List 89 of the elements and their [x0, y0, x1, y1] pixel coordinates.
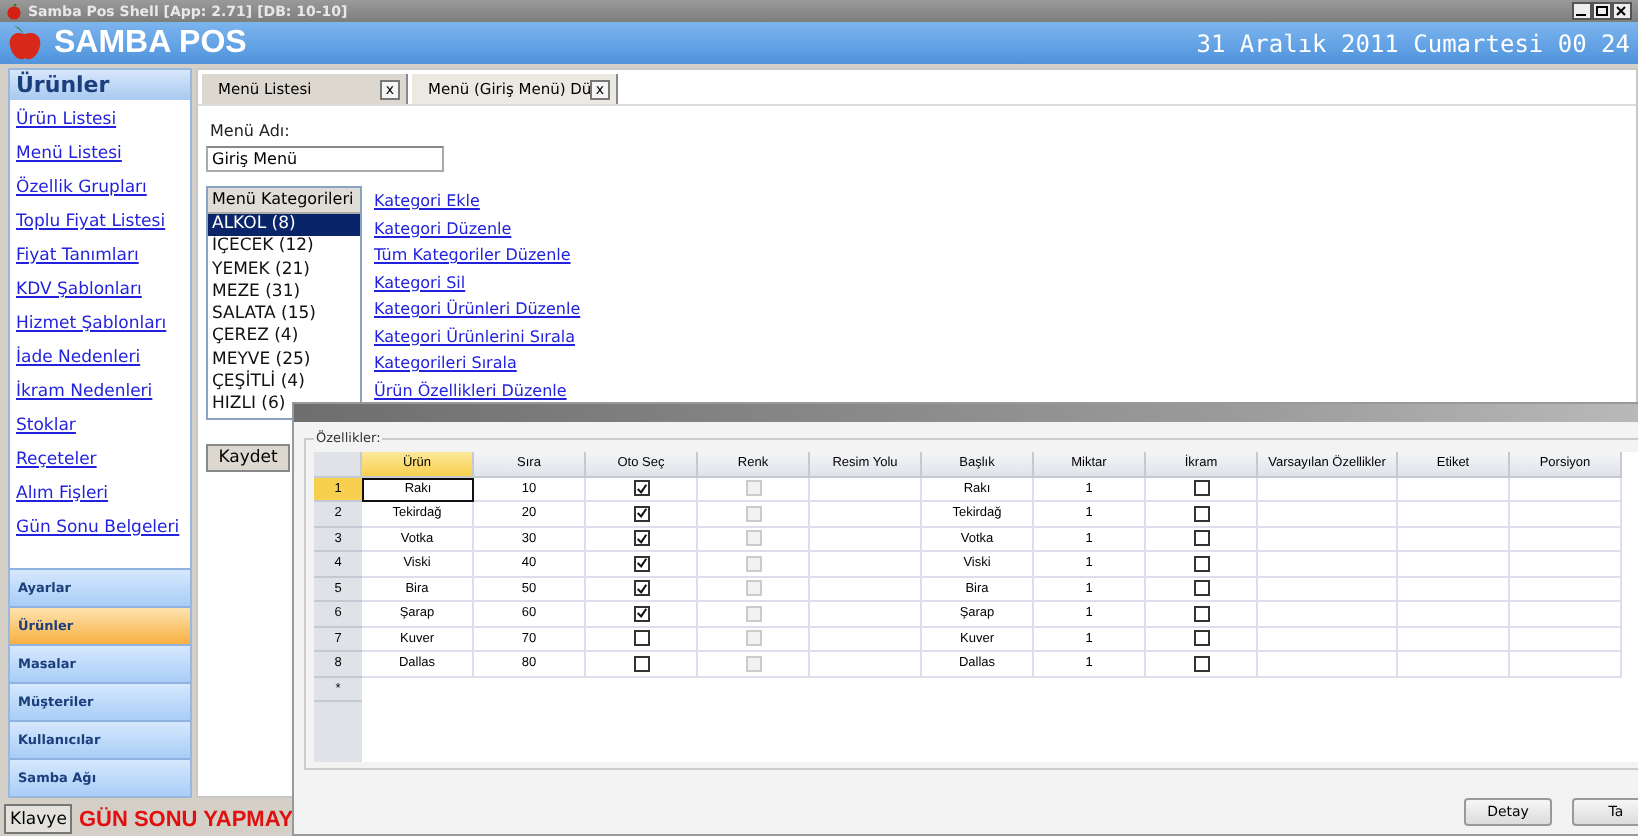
empty-cell[interactable] — [810, 602, 922, 627]
checkbox[interactable] — [633, 580, 649, 597]
empty-cell[interactable] — [1258, 577, 1398, 602]
checkbox[interactable] — [633, 655, 649, 672]
sidebar-link[interactable]: Reçeteler — [16, 448, 190, 474]
category-item[interactable]: MEYVE (25) — [208, 349, 360, 373]
checkbox[interactable] — [633, 605, 649, 622]
empty-cell[interactable] — [1510, 627, 1622, 652]
empty-cell[interactable] — [1258, 602, 1398, 627]
empty-cell[interactable] — [1510, 577, 1622, 602]
sidebar-link[interactable]: Hizmet Şablonları — [16, 312, 190, 338]
action-link[interactable]: Kategori Ürünleri Düzenle — [374, 298, 581, 321]
checkbox[interactable] — [1193, 530, 1209, 547]
action-link[interactable]: Kategori Ürünlerini Sırala — [374, 325, 581, 348]
warning-text: GÜN SONU YAPMAY — [78, 807, 294, 831]
action-link[interactable]: Tüm Kategoriler Düzenle — [374, 244, 581, 267]
empty-cell[interactable] — [810, 652, 922, 677]
empty-cell[interactable] — [1258, 652, 1398, 677]
action-link[interactable]: Kategori Düzenle — [374, 217, 581, 240]
empty-cell[interactable] — [1510, 602, 1622, 627]
window-controls-icon[interactable] — [1572, 2, 1632, 20]
list-header: Menü Kategorileri — [208, 188, 360, 214]
category-item[interactable]: YEMEK (21) — [208, 259, 360, 282]
empty-cell[interactable] — [1258, 502, 1398, 527]
category-item[interactable]: ÇEŞİTLİ (4) — [208, 372, 360, 395]
empty-cell[interactable] — [1510, 552, 1622, 577]
sidebar-link[interactable]: Toplu Fiyat Listesi — [16, 210, 190, 236]
sidebar-title: Ürünler — [10, 70, 190, 100]
checkbox[interactable] — [633, 480, 649, 497]
empty-cell[interactable] — [1398, 602, 1510, 627]
sidebar-link[interactable]: Fiyat Tanımları — [16, 244, 190, 270]
empty-cell[interactable] — [1258, 552, 1398, 577]
brand-title: SAMBA POS — [54, 25, 247, 61]
category-item[interactable]: SALATA (15) — [208, 304, 360, 327]
sidebar-link[interactable]: Ürün Listesi — [16, 108, 190, 134]
checkbox[interactable] — [1193, 605, 1209, 622]
checkbox[interactable] — [633, 505, 649, 522]
empty-cell[interactable] — [1398, 627, 1510, 652]
keyboard-button[interactable]: Klavye — [4, 804, 73, 834]
empty-cell[interactable] — [810, 527, 922, 552]
empty-cell[interactable] — [1398, 552, 1510, 577]
empty-cell[interactable] — [1510, 527, 1622, 552]
sidebar-link[interactable]: İade Nedenleri — [16, 346, 190, 372]
checkbox[interactable] — [1193, 655, 1209, 672]
sidebar-link[interactable]: Özellik Grupları — [16, 176, 190, 202]
checkbox[interactable] — [633, 530, 649, 547]
sidebar-link[interactable]: Alım Fişleri — [16, 482, 190, 508]
sidebar-link[interactable]: İkram Nedenleri — [16, 380, 190, 406]
sidebar-link[interactable]: KDV Şablonları — [16, 278, 190, 304]
empty-cell[interactable] — [1510, 502, 1622, 527]
empty-cell[interactable] — [1398, 652, 1510, 677]
apple-icon — [8, 24, 42, 62]
empty-cell[interactable] — [1398, 502, 1510, 527]
save-button[interactable]: Kaydet — [206, 444, 290, 472]
empty-cell[interactable] — [810, 477, 922, 502]
field-label: Menü Adı: — [208, 122, 292, 140]
date-time: 31 Aralık 2011 Cumartesi 00 24 — [1196, 29, 1630, 57]
checkbox[interactable] — [633, 630, 649, 647]
action-link[interactable]: Kategori Sil — [374, 271, 581, 294]
empty-cell[interactable] — [810, 502, 922, 527]
checkbox[interactable] — [1193, 630, 1209, 647]
action-link[interactable]: Ürün Özellikleri Düzenle — [374, 379, 581, 402]
empty-cell[interactable] — [1258, 477, 1398, 502]
category-item[interactable]: MEZE (31) — [208, 281, 360, 305]
empty-cell[interactable] — [810, 552, 922, 577]
empty-cell[interactable] — [1398, 577, 1510, 602]
empty-cell[interactable] — [1398, 527, 1510, 552]
checkbox[interactable] — [1193, 580, 1209, 597]
empty-cell[interactable] — [1398, 477, 1510, 502]
sidebar-link[interactable]: Stoklar — [16, 414, 190, 440]
sidebar-link[interactable]: Menü Listesi — [16, 142, 190, 168]
category-item[interactable]: ALKOL (8) — [208, 214, 360, 237]
empty-cell[interactable] — [810, 577, 922, 602]
category-item[interactable]: ÇEREZ (4) — [208, 326, 360, 350]
category-item[interactable]: İÇECEK (12) — [208, 236, 360, 260]
menu-name-field[interactable]: Giriş Menü — [206, 146, 444, 172]
empty-cell[interactable] — [1258, 627, 1398, 652]
checkbox[interactable] — [1193, 480, 1209, 497]
empty-cell[interactable] — [1510, 477, 1622, 502]
empty-cell[interactable] — [1258, 527, 1398, 552]
empty-cell[interactable] — [810, 627, 922, 652]
checkbox[interactable] — [633, 555, 649, 572]
action-link[interactable]: Kategori Ekle — [374, 190, 581, 213]
empty-cell[interactable] — [1510, 652, 1622, 677]
action-link[interactable]: Kategorileri Sırala — [374, 352, 581, 375]
sidebar-link[interactable]: Gün Sonu Belgeleri — [16, 516, 190, 542]
checkbox[interactable] — [1193, 505, 1209, 522]
checkbox[interactable] — [1193, 555, 1209, 572]
apple-icon — [6, 3, 22, 19]
